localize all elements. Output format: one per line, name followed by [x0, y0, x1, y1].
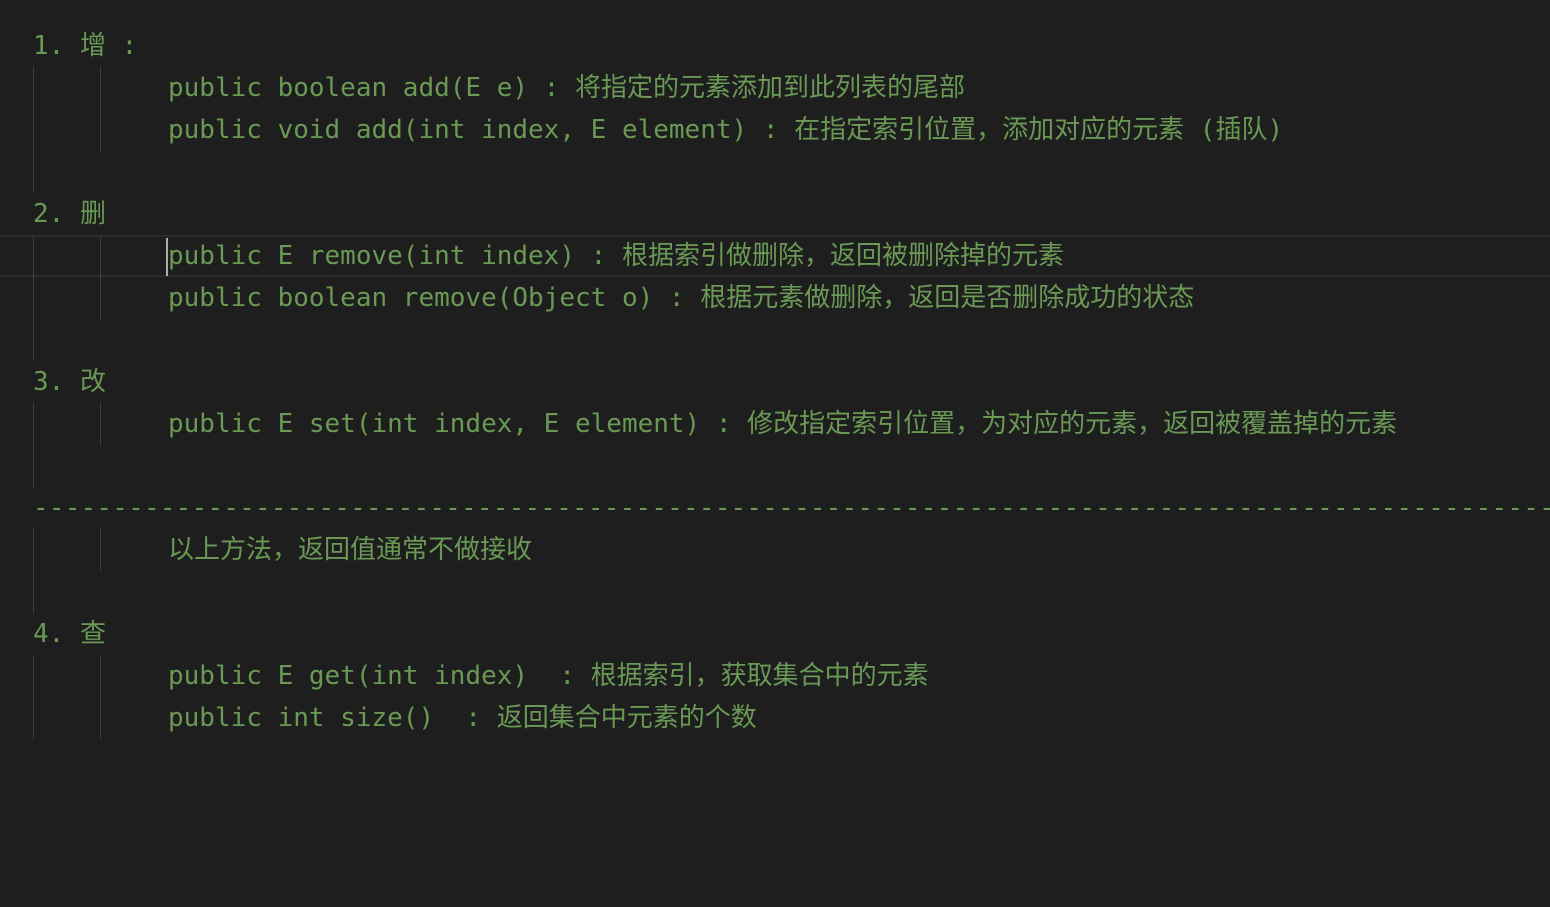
- indent-guide: [100, 697, 101, 739]
- method-size-line: public int size() : 返回集合中元素的个数: [168, 703, 757, 733]
- section-heading-delete: 2. 删: [33, 199, 106, 229]
- editor-line[interactable]: public boolean add(E e) : 将指定的元素添加到此列表的尾…: [0, 67, 1550, 109]
- editor-line[interactable]: [0, 319, 1550, 361]
- editor-line[interactable]: [0, 445, 1550, 487]
- method-get-line: public E get(int index) : 根据索引，获取集合中的元素: [168, 661, 929, 691]
- method-remove-object-line: public boolean remove(Object o) : 根据元素做删…: [168, 283, 1195, 313]
- editor-line[interactable]: 1. 增 :: [0, 25, 1550, 67]
- editor-line[interactable]: ----------------------------------------…: [0, 487, 1550, 529]
- editor-line[interactable]: [0, 571, 1550, 613]
- method-add-index-line: public void add(int index, E element) : …: [168, 115, 1284, 145]
- method-set-line: public E set(int index, E element) : 修改指…: [168, 409, 1398, 439]
- separator-line: ----------------------------------------…: [33, 493, 1550, 523]
- editor-line[interactable]: 以上方法，返回值通常不做接收: [0, 529, 1550, 571]
- editor-line[interactable]: [0, 151, 1550, 193]
- code-editor[interactable]: 1. 增 : public boolean add(E e) : 将指定的元素添…: [0, 0, 1550, 784]
- indent-guide: [33, 529, 34, 571]
- note-line: 以上方法，返回值通常不做接收: [168, 535, 533, 565]
- editor-line[interactable]: public void add(int index, E element) : …: [0, 109, 1550, 151]
- indent-guide: [100, 529, 101, 571]
- indent-guide: [100, 403, 101, 445]
- indent-guide: [33, 403, 34, 445]
- editor-line-current[interactable]: public E remove(int index) : 根据索引做删除，返回被…: [0, 235, 1550, 279]
- indent-guide: [100, 237, 101, 279]
- editor-line[interactable]: 2. 删: [0, 193, 1550, 235]
- indent-guide: [100, 109, 101, 151]
- editor-line[interactable]: 3. 改: [0, 361, 1550, 403]
- editor-line[interactable]: 4. 查: [0, 613, 1550, 655]
- indent-guide: [33, 571, 34, 613]
- indent-guide: [100, 277, 101, 319]
- indent-guide: [33, 697, 34, 739]
- section-heading-query: 4. 查: [33, 619, 106, 649]
- indent-guide: [33, 67, 34, 109]
- editor-line[interactable]: public E set(int index, E element) : 修改指…: [0, 403, 1550, 445]
- indent-guide: [33, 319, 34, 361]
- method-add-line: public boolean add(E e) : 将指定的元素添加到此列表的尾…: [168, 73, 965, 103]
- indent-guide: [33, 277, 34, 319]
- indent-guide: [100, 67, 101, 109]
- indent-guide: [33, 445, 34, 487]
- editor-line[interactable]: public int size() : 返回集合中元素的个数: [0, 697, 1550, 739]
- editor-line[interactable]: public boolean remove(Object o) : 根据元素做删…: [0, 277, 1550, 319]
- indent-guide: [33, 237, 34, 279]
- indent-guide: [33, 655, 34, 697]
- section-heading-update: 3. 改: [33, 367, 106, 397]
- indent-guide: [33, 151, 34, 193]
- section-heading-add: 1. 增 :: [33, 31, 138, 61]
- indent-guide: [33, 109, 34, 151]
- method-remove-index-line: public E remove(int index) : 根据索引做删除，返回被…: [168, 241, 1064, 271]
- editor-line[interactable]: public E get(int index) : 根据索引，获取集合中的元素: [0, 655, 1550, 697]
- indent-guide: [100, 655, 101, 697]
